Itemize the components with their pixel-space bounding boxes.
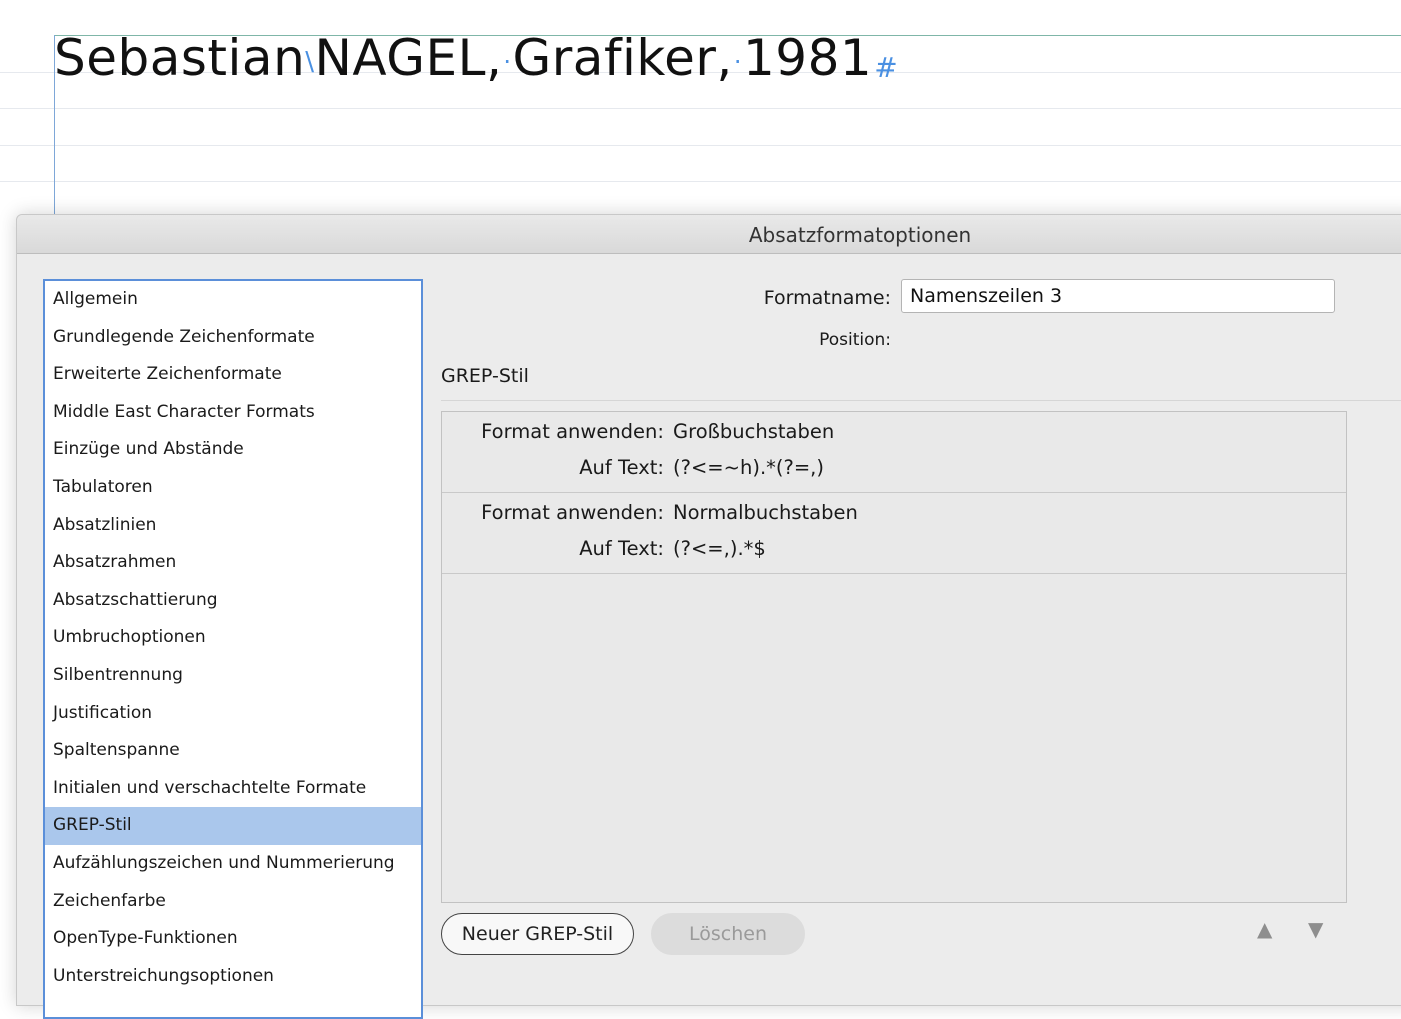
delete-button[interactable]: Löschen (651, 913, 805, 955)
story-word-profession: Grafiker, (512, 29, 733, 87)
format-name-input[interactable] (901, 279, 1335, 313)
category-item-advanced-character-formats[interactable]: Erweiterte Zeichenformate (45, 356, 421, 394)
to-text-label: Auf Text: (579, 456, 664, 479)
dialog-title: Absatzformatoptionen (748, 223, 972, 247)
apply-style-value[interactable]: Normalbuchstaben (673, 501, 858, 524)
move-up-icon[interactable]: ▲ (1257, 917, 1272, 941)
grep-style-list[interactable]: Format anwenden: Großbuchstaben Auf Text… (441, 411, 1347, 903)
space-marker: · (733, 47, 742, 76)
section-divider (441, 400, 1401, 401)
apply-style-label: Format anwenden: (481, 501, 664, 524)
category-item-middle-east-character-formats[interactable]: Middle East Character Formats (45, 394, 421, 432)
category-item-allgemein[interactable]: Allgemein (45, 281, 421, 319)
category-item-hyphenation[interactable]: Silbentrennung (45, 657, 421, 695)
space-marker: · (503, 47, 512, 76)
story-text-line[interactable]: Sebastian\NAGEL,·Grafiker,·1981# (54, 26, 898, 100)
baseline-grid-line (0, 108, 1401, 109)
move-down-icon[interactable]: ▼ (1308, 917, 1323, 941)
grep-style-entry[interactable]: Format anwenden: Großbuchstaben Auf Text… (442, 412, 1346, 493)
category-item-span-columns[interactable]: Spaltenspanne (45, 732, 421, 770)
story-word-year: 1981 (742, 29, 873, 87)
category-item-opentype-features[interactable]: OpenType-Funktionen (45, 920, 421, 958)
section-title: GREP-Stil (441, 365, 529, 387)
category-item-indents-spacing[interactable]: Einzüge und Abstände (45, 431, 421, 469)
paragraph-style-options-dialog: Absatzformatoptionen Allgemein Grundlege… (16, 214, 1401, 1019)
baseline-grid-line (0, 145, 1401, 146)
category-item-character-color[interactable]: Zeichenfarbe (45, 883, 421, 921)
format-name-label: Formatname: (763, 287, 891, 309)
category-item-drop-caps-nested-styles[interactable]: Initialen und verschachtelte Formate (45, 770, 421, 808)
story-word-lastname: NAGEL, (314, 29, 503, 87)
to-text-expression[interactable]: (?<=~h).*(?=,) (673, 456, 824, 479)
dialog-titlebar[interactable]: Absatzformatoptionen (17, 215, 1401, 254)
category-item-underline-options[interactable]: Unterstreichungsoptionen (45, 958, 421, 996)
category-item-grep-style[interactable]: GREP-Stil (45, 807, 421, 845)
category-item-tabs[interactable]: Tabulatoren (45, 469, 421, 507)
discretionary-break-marker: \ (305, 46, 315, 77)
category-list[interactable]: Allgemein Grundlegende Zeichenformate Er… (43, 279, 423, 1019)
category-item-keep-options[interactable]: Umbruchoptionen (45, 619, 421, 657)
position-label: Position: (819, 330, 891, 350)
baseline-grid-line (0, 181, 1401, 182)
grep-style-entry[interactable]: Format anwenden: Normalbuchstaben Auf Te… (442, 493, 1346, 574)
category-item-bullets-numbering[interactable]: Aufzählungszeichen und Nummerierung (45, 845, 421, 883)
story-word-firstname: Sebastian (54, 29, 306, 87)
category-item-paragraph-border[interactable]: Absatzrahmen (45, 544, 421, 582)
category-item-paragraph-shading[interactable]: Absatzschattierung (45, 582, 421, 620)
new-grep-style-button[interactable]: Neuer GREP-Stil (441, 913, 634, 955)
category-item-basic-character-formats[interactable]: Grundlegende Zeichenformate (45, 319, 421, 357)
to-text-label: Auf Text: (579, 537, 664, 560)
to-text-expression[interactable]: (?<=,).*$ (673, 537, 766, 560)
apply-style-label: Format anwenden: (481, 420, 664, 443)
category-item-justification[interactable]: Justification (45, 695, 421, 733)
end-of-story-marker: # (874, 51, 899, 84)
apply-style-value[interactable]: Großbuchstaben (673, 420, 834, 443)
category-item-paragraph-rules[interactable]: Absatzlinien (45, 507, 421, 545)
